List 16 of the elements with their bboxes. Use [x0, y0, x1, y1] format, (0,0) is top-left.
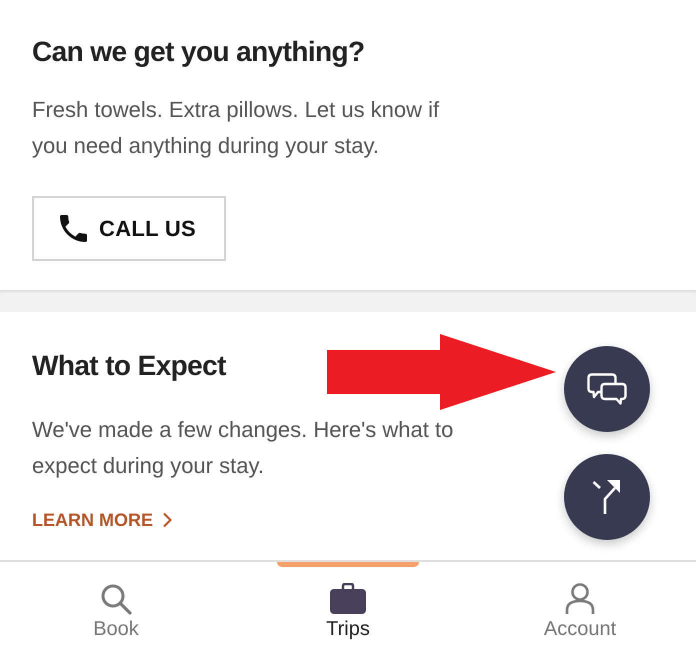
card-description: Fresh towels. Extra pillows. Let us know if you need anything during your stay.: [32, 96, 440, 160]
card-description: We've made a few changes. Here's what to expect during your stay.: [32, 416, 454, 480]
search-icon: [100, 583, 132, 615]
card-title: What to Expect: [32, 349, 226, 383]
phone-icon: [60, 215, 87, 242]
learn-more-link[interactable]: LEARN MORE: [32, 508, 172, 532]
chevron-right-icon: [162, 512, 172, 528]
briefcase-icon: [329, 583, 367, 615]
fork-arrow-icon: [592, 479, 622, 515]
nav-tab[interactable]: Account: [464, 562, 696, 656]
chat-bubbles-icon: [587, 373, 627, 405]
nav-tab[interactable]: Trips: [232, 562, 464, 656]
person-icon: [564, 583, 596, 615]
call-button[interactable]: CALL US: [32, 196, 226, 261]
nav-tab[interactable]: Book: [0, 562, 232, 656]
card-title: Can we get you anything?: [32, 35, 365, 69]
